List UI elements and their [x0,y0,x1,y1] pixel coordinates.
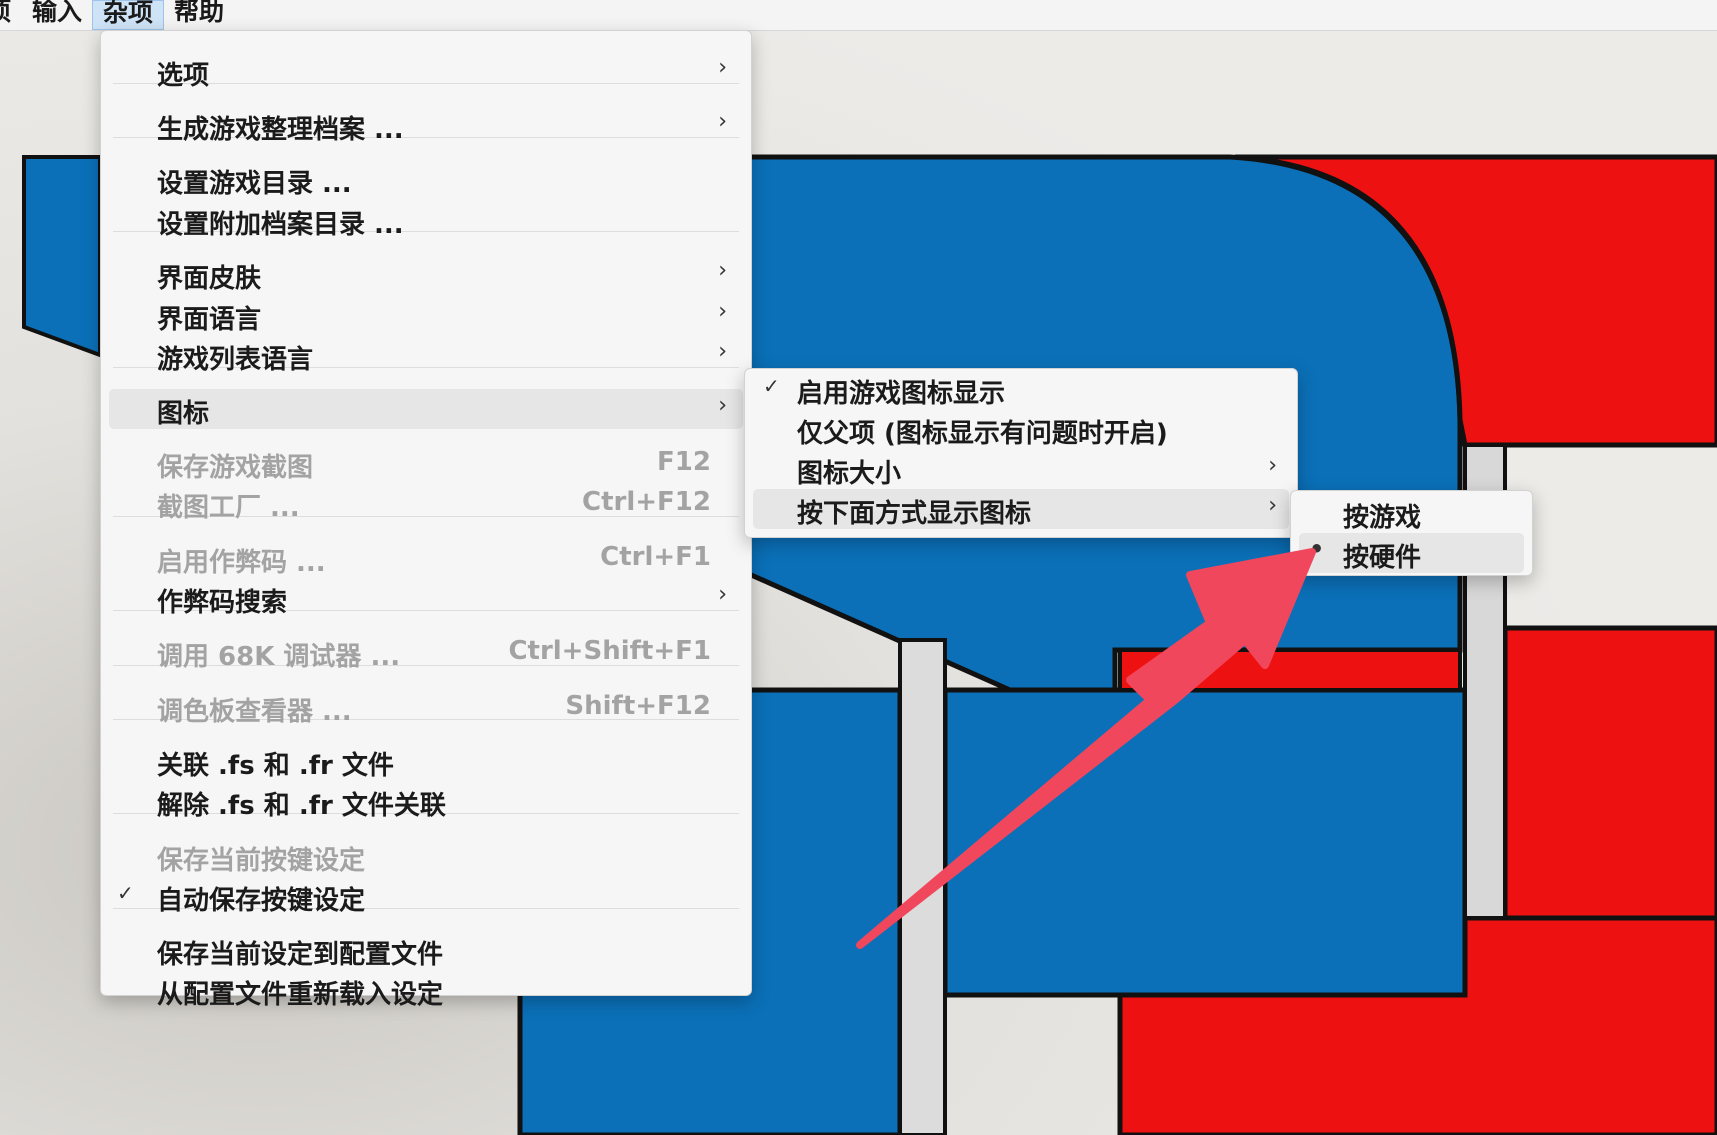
annotation-arrow [856,548,1316,949]
